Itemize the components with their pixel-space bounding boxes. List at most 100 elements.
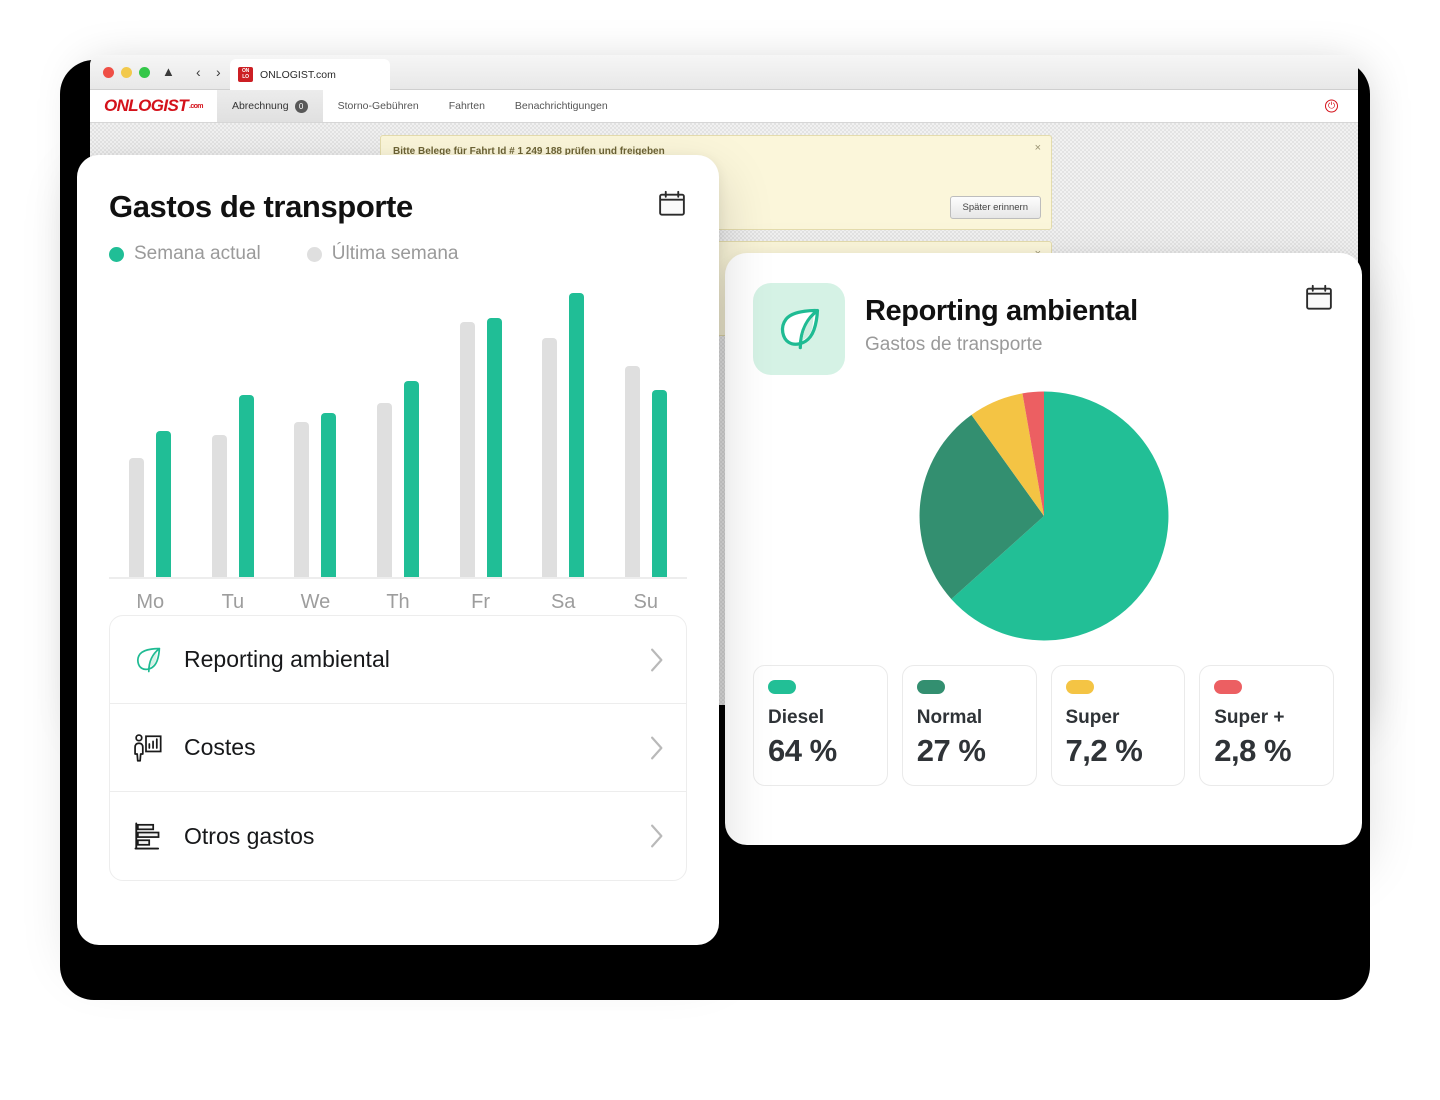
bar-we-previous — [294, 422, 310, 577]
legend-color-dot — [306, 246, 322, 262]
stat-card-super[interactable]: Super 7,2 % — [1050, 665, 1186, 786]
nav-tab-badge: 0 — [294, 99, 308, 113]
maximize-window-button[interactable] — [139, 67, 150, 78]
app-logo-text: ONLOGIST — [104, 96, 189, 115]
bar-group-tu — [192, 287, 275, 577]
browser-tab-title: ONLOGIST.com — [260, 68, 336, 81]
nav-tab-abrechnung[interactable]: Abrechnung 0 — [216, 90, 323, 122]
app-navbar: ONLOGIST .com Abrechnung 0 Storno-Gebühre… — [90, 90, 1358, 123]
bar-group-mo — [109, 287, 192, 577]
environmental-reporting-card: Reporting ambiental Gastos de transporte… — [725, 253, 1362, 845]
axis-label-tu: Tu — [221, 591, 245, 613]
bar-th-current — [404, 381, 420, 577]
list-item-otros-gastos[interactable]: Otros gastos — [110, 792, 686, 880]
horizontal-bar-chart-icon — [134, 822, 160, 850]
nav-tab-label: Abrechnung — [231, 100, 289, 112]
window-controls[interactable] — [103, 67, 150, 78]
bar-group-we — [274, 287, 357, 577]
bar-su-previous — [624, 366, 640, 577]
app-logo[interactable]: ONLOGIST .com — [90, 90, 217, 122]
axis-label-su: Su — [633, 591, 658, 613]
chart-legend: Semana actual Última semana — [109, 243, 687, 265]
nav-tab-benachrichtigungen[interactable]: Benachrichtigungen — [500, 90, 623, 122]
axis-label-fr: Fr — [471, 591, 491, 613]
remind-later-button[interactable]: Später erinnern — [949, 196, 1041, 219]
bar-group-sa — [522, 287, 605, 577]
nav-tab-label: Fahrten — [448, 100, 485, 112]
calendar-icon[interactable] — [657, 189, 687, 219]
bar-fr-current — [486, 317, 502, 577]
bar-fr-previous — [459, 321, 475, 577]
nav-tab-storno-gebuehren[interactable]: Storno-Gebühren — [323, 90, 434, 122]
bar-mo-current — [156, 431, 172, 577]
list-item-label: Reporting ambiental — [184, 646, 390, 672]
legend-item-last-week: Última semana — [306, 243, 459, 265]
stat-label: Normal — [916, 707, 983, 728]
chart-plot-area — [109, 287, 687, 579]
bar-th-previous — [377, 403, 393, 577]
person-chart-icon — [134, 733, 162, 762]
favicon-icon: ON LO — [238, 67, 253, 82]
back-arrow-icon[interactable]: ‹ — [196, 64, 201, 80]
pie-svg — [919, 391, 1168, 641]
close-icon[interactable]: × — [1035, 142, 1041, 154]
close-window-button[interactable] — [103, 67, 114, 78]
fuel-mix-pie-chart — [753, 389, 1334, 643]
bar-mo-previous — [129, 457, 145, 577]
leaf-icon — [136, 647, 161, 672]
nav-tab-fahrten[interactable]: Fahrten — [434, 90, 500, 122]
list-item-label: Otros gastos — [184, 822, 315, 849]
bar-sa-previous — [542, 337, 558, 577]
list-item-reporting-ambiental[interactable]: Reporting ambiental — [110, 616, 686, 704]
browser-titlebar: ▲ ‹ › ON LO ONLOGIST.com — [90, 55, 1358, 90]
axis-label-we: We — [300, 591, 331, 613]
legend-label: Semana actual — [134, 243, 261, 264]
color-swatch — [1065, 680, 1094, 694]
minimize-window-button[interactable] — [121, 67, 132, 78]
fuel-mix-legend: Diesel 64 % Normal 27 % Super 7,2 % Supe… — [753, 665, 1334, 786]
legend-item-current-week: Semana actual — [109, 243, 261, 265]
stat-card-normal[interactable]: Normal 27 % — [901, 665, 1037, 786]
color-swatch — [1214, 680, 1243, 694]
page-title: Gastos de transporte — [109, 189, 413, 224]
chevron-right-icon — [651, 648, 663, 671]
bar-we-current — [321, 413, 337, 577]
home-icon[interactable]: ▲ — [162, 64, 175, 80]
list-item-costes[interactable]: Costes — [110, 704, 686, 792]
stat-value: 7,2 % — [1065, 733, 1143, 768]
right-card-header: Reporting ambiental Gastos de transporte — [753, 283, 1334, 375]
report-links-list: Reporting ambiental Costes Otros gastos — [109, 615, 687, 881]
stat-card-diesel[interactable]: Diesel 64 % — [753, 665, 888, 786]
list-item-label: Costes — [184, 734, 256, 760]
axis-label-mo: Mo — [136, 591, 165, 613]
stat-card-super-plus[interactable]: Super + 2,8 % — [1199, 665, 1334, 786]
chevron-right-icon — [651, 736, 663, 759]
screenshot-root: ▲ ‹ › ON LO ONLOGIST.com ONLOGIST .com Abr… — [0, 0, 1440, 1100]
legend-label: Última semana — [331, 243, 459, 264]
right-card-title: Reporting ambiental — [865, 295, 1138, 327]
right-card-subtitle: Gastos de transporte — [865, 334, 1043, 355]
bar-group-th — [357, 287, 440, 577]
calendar-icon[interactable] — [1304, 283, 1334, 313]
forward-arrow-icon[interactable]: › — [216, 64, 221, 80]
color-swatch — [768, 680, 796, 694]
legend-color-dot — [109, 246, 124, 262]
transport-expenses-card: Gastos de transporte Semana actual Últim… — [77, 155, 719, 945]
right-card-titles: Reporting ambiental Gastos de transporte — [865, 283, 1284, 356]
power-icon[interactable]: ⏻ — [1325, 99, 1338, 113]
bar-sa-current — [569, 292, 585, 577]
axis-label-th: Th — [386, 591, 410, 613]
browser-tab[interactable]: ON LO ONLOGIST.com — [230, 59, 390, 90]
stat-label: Super + — [1214, 707, 1285, 728]
stat-label: Super — [1065, 707, 1120, 728]
stat-value: 2,8 % — [1214, 733, 1292, 768]
bar-group-fr — [439, 287, 522, 577]
bar-tu-previous — [211, 434, 227, 577]
stat-label: Diesel — [768, 707, 824, 728]
left-card-header: Gastos de transporte — [109, 189, 687, 225]
chevron-right-icon — [651, 824, 663, 848]
bar-su-current — [651, 390, 667, 577]
app-logo-suffix: .com — [188, 102, 204, 110]
nav-tab-label: Benachrichtigungen — [514, 100, 608, 112]
bar-group-su — [604, 287, 687, 577]
